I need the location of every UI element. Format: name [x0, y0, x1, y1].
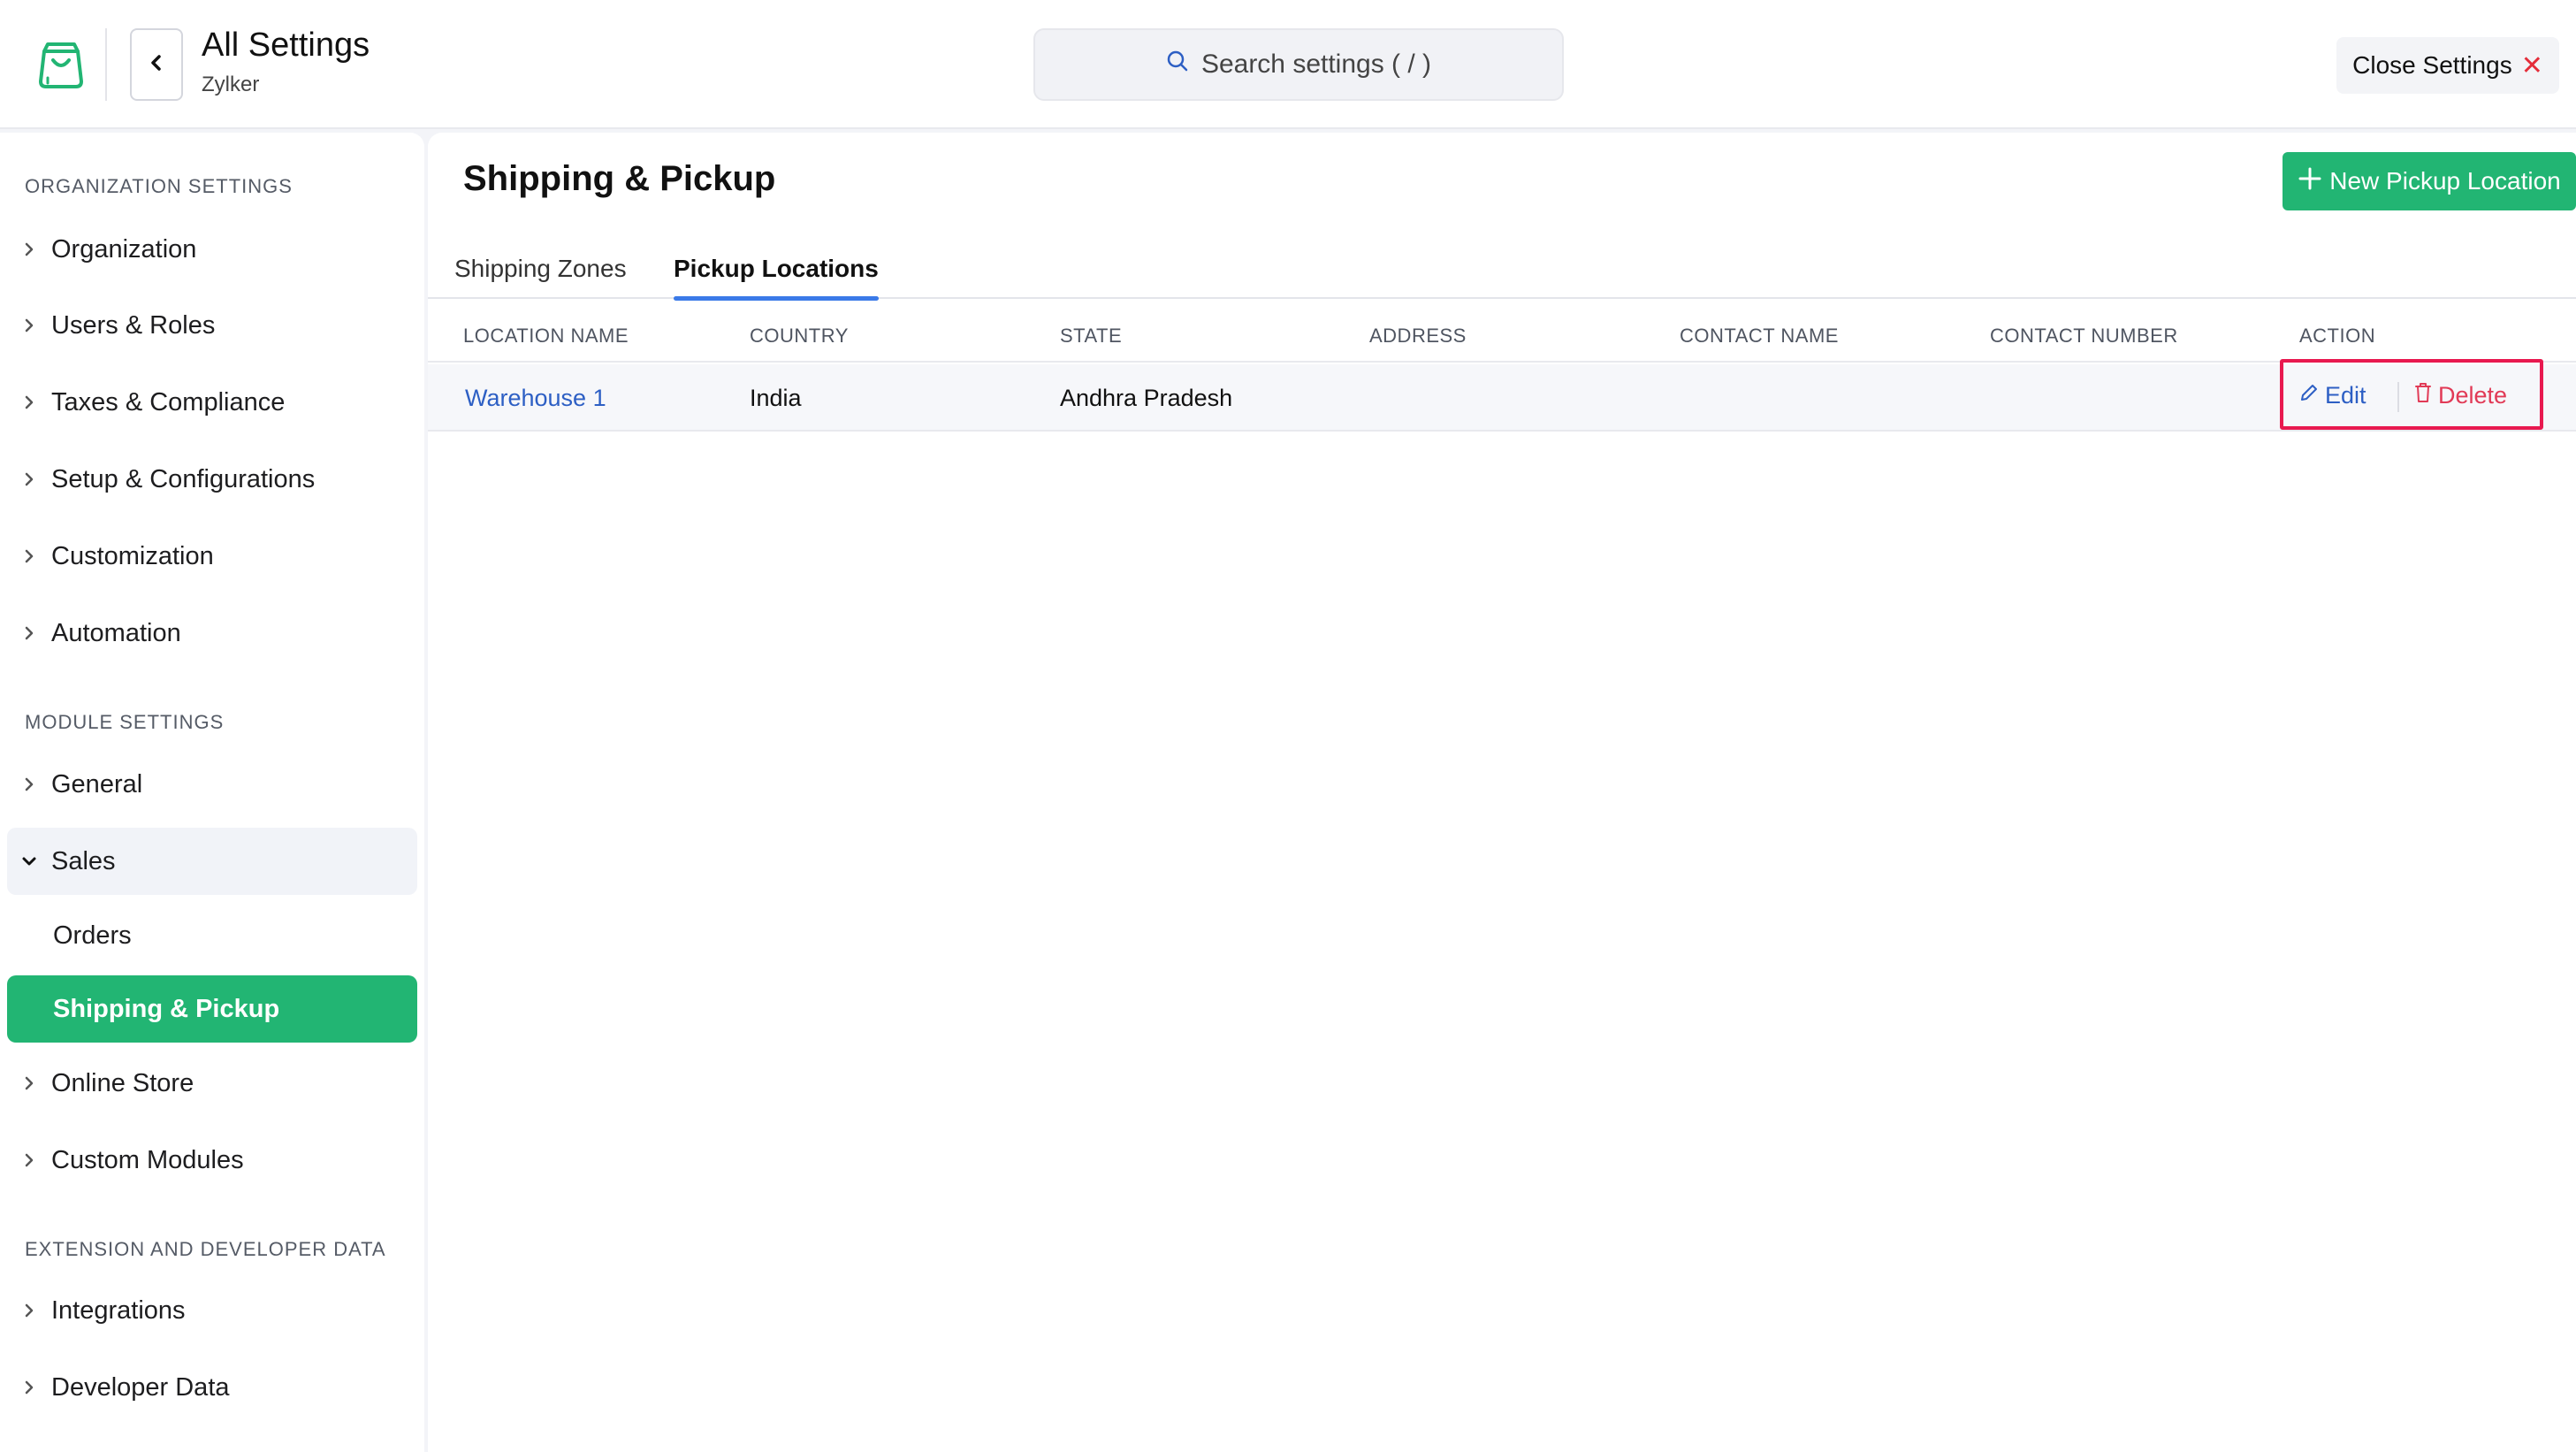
sidebar-item-online-store[interactable]: Online Store	[7, 1050, 417, 1117]
sidebar-item-label: Sales	[51, 846, 116, 875]
sidebar-item-organization[interactable]: Organization	[7, 216, 417, 283]
new-pickup-location-button[interactable]: New Pickup Location	[2283, 152, 2576, 210]
sidebar-item-automation[interactable]: Automation	[7, 600, 417, 667]
chevron-down-icon	[7, 856, 51, 867]
chevron-right-icon	[7, 1075, 51, 1091]
column-header-contact-name[interactable]: CONTACT NAME	[1680, 310, 1839, 363]
section-title-extension: EXTENSION AND DEVELOPER DATA	[25, 1238, 386, 1260]
cell-state: Andhra Pradesh	[1060, 384, 1233, 411]
pencil-icon	[2298, 382, 2320, 409]
sidebar-item-general[interactable]: General	[7, 751, 417, 818]
cell-country: India	[750, 384, 802, 411]
column-header-state[interactable]: STATE	[1060, 310, 1122, 363]
table-row: Warehouse 1 India Andhra Pradesh	[428, 364, 2576, 432]
delete-button[interactable]: Delete	[2413, 366, 2507, 424]
settings-sidebar: ORGANIZATION SETTINGS Organization Users…	[0, 133, 424, 1452]
chevron-right-icon	[7, 776, 51, 792]
sidebar-item-integrations[interactable]: Integrations	[7, 1277, 417, 1344]
sidebar-item-label: Automation	[51, 618, 181, 647]
table-header: LOCATION NAME COUNTRY STATE ADDRESS CONT…	[428, 310, 2576, 363]
back-button[interactable]	[130, 28, 183, 101]
store-bag-logo-icon	[35, 39, 87, 90]
sidebar-item-label: Customization	[51, 541, 214, 570]
section-title-module: MODULE SETTINGS	[25, 711, 225, 733]
column-header-location-name[interactable]: LOCATION NAME	[463, 310, 629, 363]
sidebar-item-label: Taxes & Compliance	[51, 387, 286, 416]
page-title: Shipping & Pickup	[463, 159, 776, 198]
plus-icon	[2298, 166, 2322, 197]
chevron-right-icon	[7, 317, 51, 333]
tab-bar: Shipping Zones Pickup Locations	[428, 239, 2576, 301]
sidebar-item-label: Shipping & Pickup	[53, 994, 280, 1023]
header-divider	[105, 28, 107, 101]
tab-pickup-locations[interactable]: Pickup Locations	[674, 239, 879, 301]
close-settings-label: Close Settings	[2352, 51, 2512, 79]
chevron-right-icon	[7, 394, 51, 410]
new-pickup-location-label: New Pickup Location	[2329, 167, 2561, 195]
sidebar-item-setup-configurations[interactable]: Setup & Configurations	[7, 446, 417, 513]
chevron-right-icon	[7, 1152, 51, 1168]
search-placeholder: Search settings ( / )	[1200, 50, 1432, 79]
column-header-address[interactable]: ADDRESS	[1369, 310, 1467, 363]
chevron-right-icon	[7, 471, 51, 487]
sidebar-item-label: Orders	[53, 921, 132, 950]
chevron-left-icon	[149, 53, 164, 77]
sidebar-item-label: Setup & Configurations	[51, 464, 316, 493]
delete-label: Delete	[2438, 381, 2508, 409]
sidebar-item-label: Users & Roles	[51, 310, 216, 340]
column-header-contact-number[interactable]: CONTACT NUMBER	[1990, 310, 2178, 363]
header-title: All Settings	[202, 27, 370, 64]
chevron-right-icon	[7, 548, 51, 564]
search-settings-input[interactable]: Search settings ( / )	[1033, 28, 1564, 101]
chevron-right-icon	[7, 1379, 51, 1395]
sidebar-item-label: Online Store	[51, 1068, 194, 1097]
edit-button[interactable]: Edit	[2298, 366, 2366, 424]
search-icon	[1166, 50, 1189, 80]
chevron-right-icon	[7, 625, 51, 641]
sidebar-item-label: Organization	[51, 234, 197, 264]
sidebar-item-label: Custom Modules	[51, 1145, 244, 1174]
sidebar-item-customization[interactable]: Customization	[7, 523, 417, 590]
sidebar-item-taxes-compliance[interactable]: Taxes & Compliance	[7, 369, 417, 436]
action-divider	[2397, 382, 2399, 412]
close-settings-button[interactable]: Close Settings ✕	[2336, 37, 2559, 94]
sidebar-item-shipping-pickup[interactable]: Shipping & Pickup	[7, 975, 417, 1043]
sidebar-item-developer-data[interactable]: Developer Data	[7, 1354, 417, 1421]
close-icon: ✕	[2520, 50, 2543, 80]
sidebar-item-custom-modules[interactable]: Custom Modules	[7, 1127, 417, 1194]
location-name-link[interactable]: Warehouse 1	[465, 364, 606, 432]
chevron-right-icon	[7, 241, 51, 257]
settings-app: All Settings Zylker Search settings ( / …	[0, 0, 2576, 1452]
sidebar-item-label: General	[51, 769, 143, 799]
trash-icon	[2413, 381, 2433, 410]
main-content: Shipping & Pickup New Pickup Location Sh…	[428, 133, 2576, 1452]
header-bar: All Settings Zylker Search settings ( / …	[0, 0, 2576, 129]
sidebar-item-orders[interactable]: Orders	[7, 902, 417, 969]
edit-label: Edit	[2325, 381, 2366, 409]
sidebar-item-label: Developer Data	[51, 1372, 230, 1402]
organization-name: Zylker	[202, 73, 260, 96]
sidebar-item-users-roles[interactable]: Users & Roles	[7, 292, 417, 359]
column-header-country[interactable]: COUNTRY	[750, 310, 849, 363]
section-title-organization: ORGANIZATION SETTINGS	[25, 175, 293, 197]
chevron-right-icon	[7, 1303, 51, 1318]
tab-shipping-zones[interactable]: Shipping Zones	[454, 239, 627, 299]
sidebar-item-label: Integrations	[51, 1295, 186, 1325]
sidebar-item-sales[interactable]: Sales	[7, 828, 417, 895]
column-header-action: ACTION	[2299, 325, 2376, 347]
